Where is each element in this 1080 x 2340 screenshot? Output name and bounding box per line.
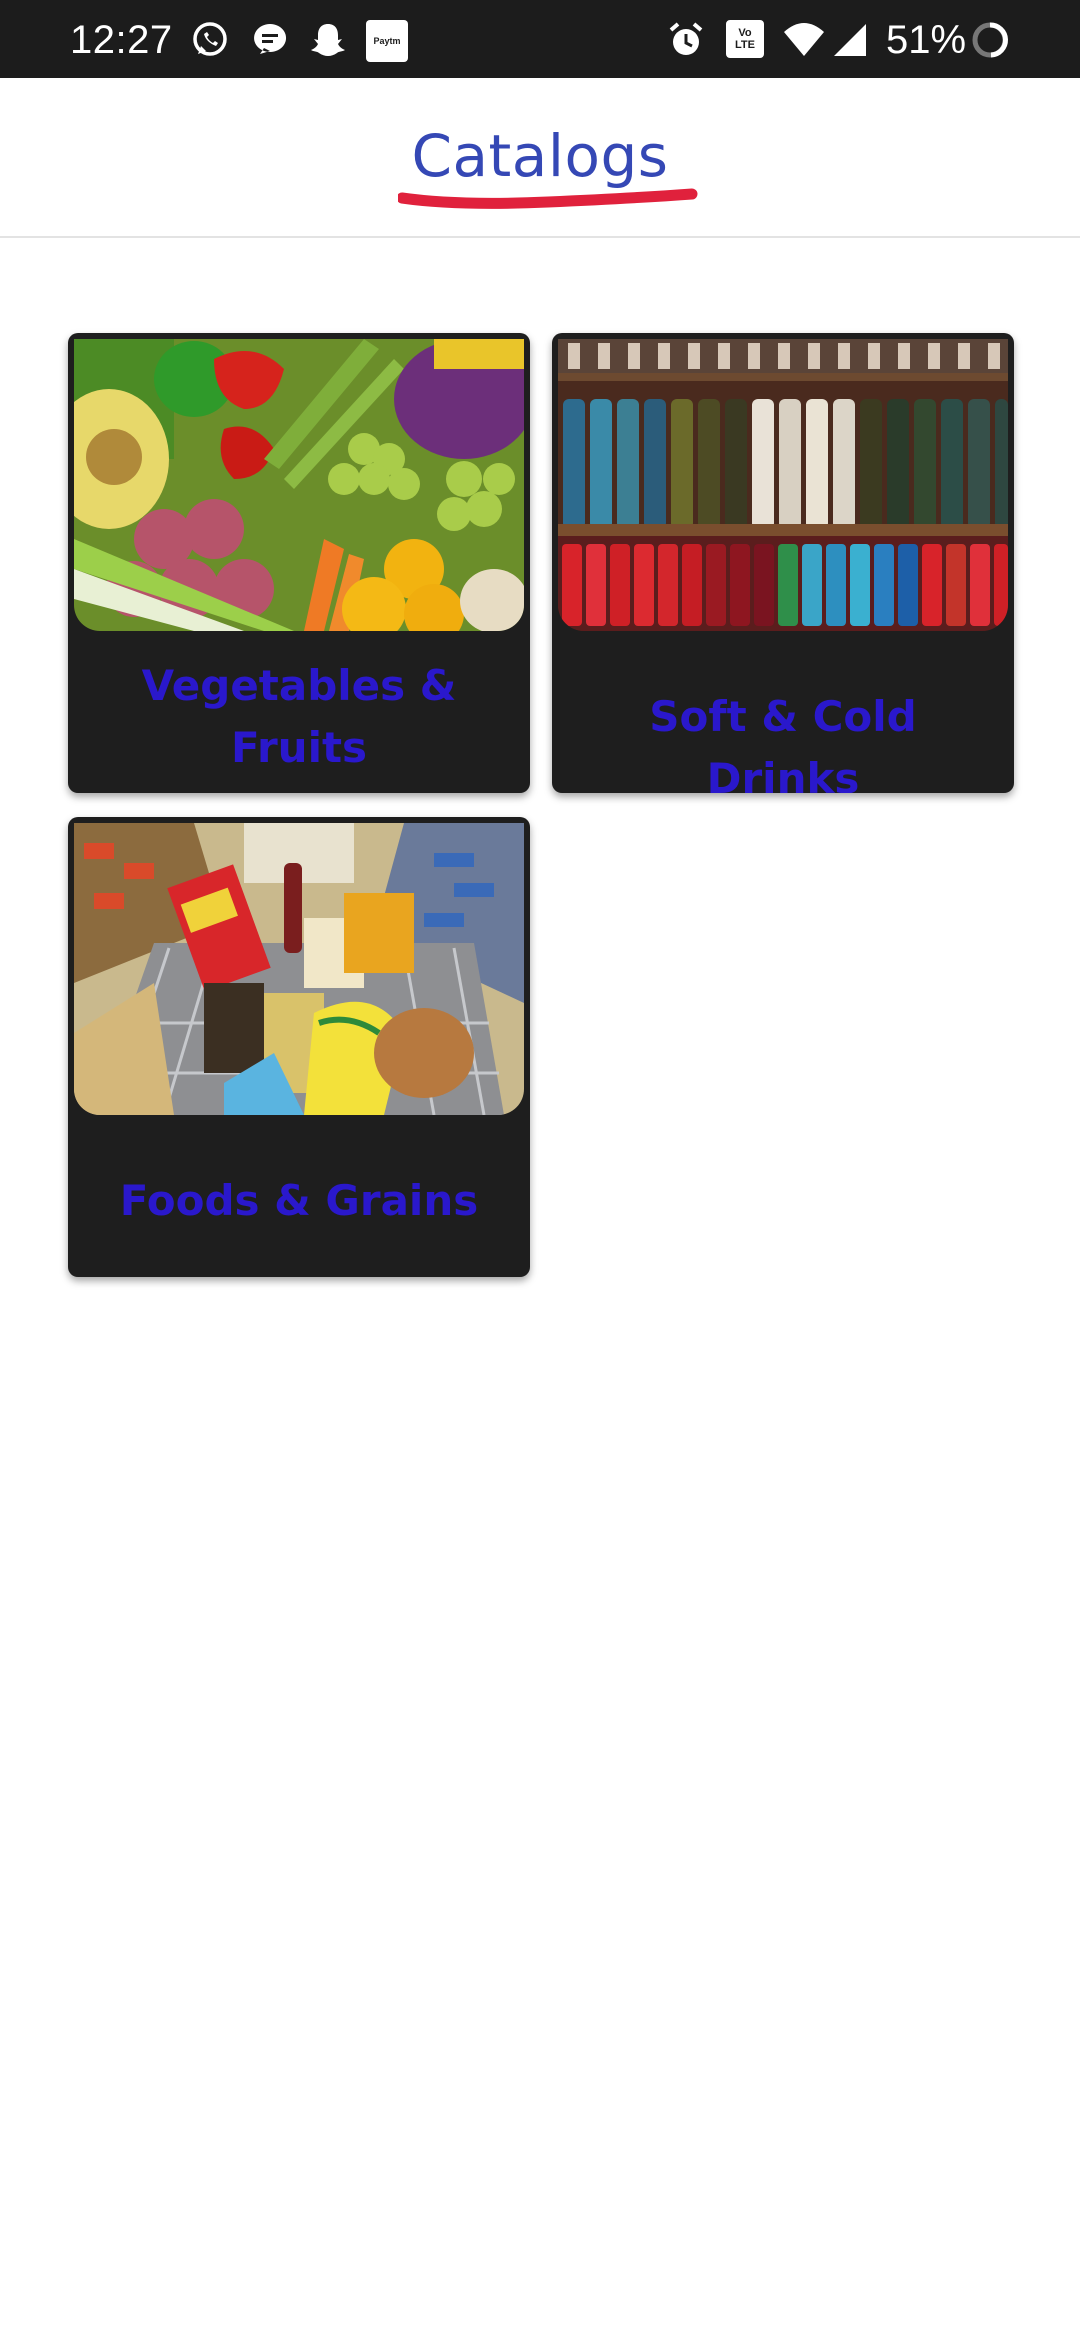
paytm-icon: Paytm <box>366 20 408 62</box>
drinks-shelf-image <box>558 339 1008 631</box>
title-underline <box>398 188 698 209</box>
volte-text: Vo LTE <box>735 27 755 51</box>
catalog-label: Vegetables & Fruits <box>141 661 457 772</box>
catalog-card-vegetables-fruits[interactable]: Vegetables & Fruits <box>68 333 530 793</box>
wifi-icon <box>782 20 826 60</box>
battery-ring-icon <box>970 20 1010 60</box>
app-header: Catalogs <box>0 78 1080 238</box>
catalog-card-foods-grains[interactable]: Foods & Grains <box>68 817 530 1277</box>
alarm-icon <box>666 20 706 60</box>
grocery-cart-image <box>74 823 524 1115</box>
signal-icon <box>830 20 870 60</box>
vegetables-fruits-image <box>74 339 524 631</box>
messages-icon <box>250 20 290 60</box>
battery-percent: 51% <box>886 18 967 62</box>
catalog-label: Foods & Grains <box>119 1176 479 1225</box>
paytm-text: Paytm <box>373 36 401 46</box>
status-time: 12:27 <box>70 18 173 62</box>
catalog-card-soft-cold-drinks[interactable]: Soft & Cold Drinks <box>552 333 1014 793</box>
snapchat-icon <box>308 20 348 60</box>
whatsapp-icon <box>190 20 230 60</box>
volte-icon: Vo LTE <box>726 20 764 58</box>
page-title: Catalogs <box>411 122 669 190</box>
catalog-label: Soft & Cold Drinks <box>649 692 917 793</box>
status-bar: 12:27 Paytm Vo LTE 51% <box>0 0 1080 78</box>
